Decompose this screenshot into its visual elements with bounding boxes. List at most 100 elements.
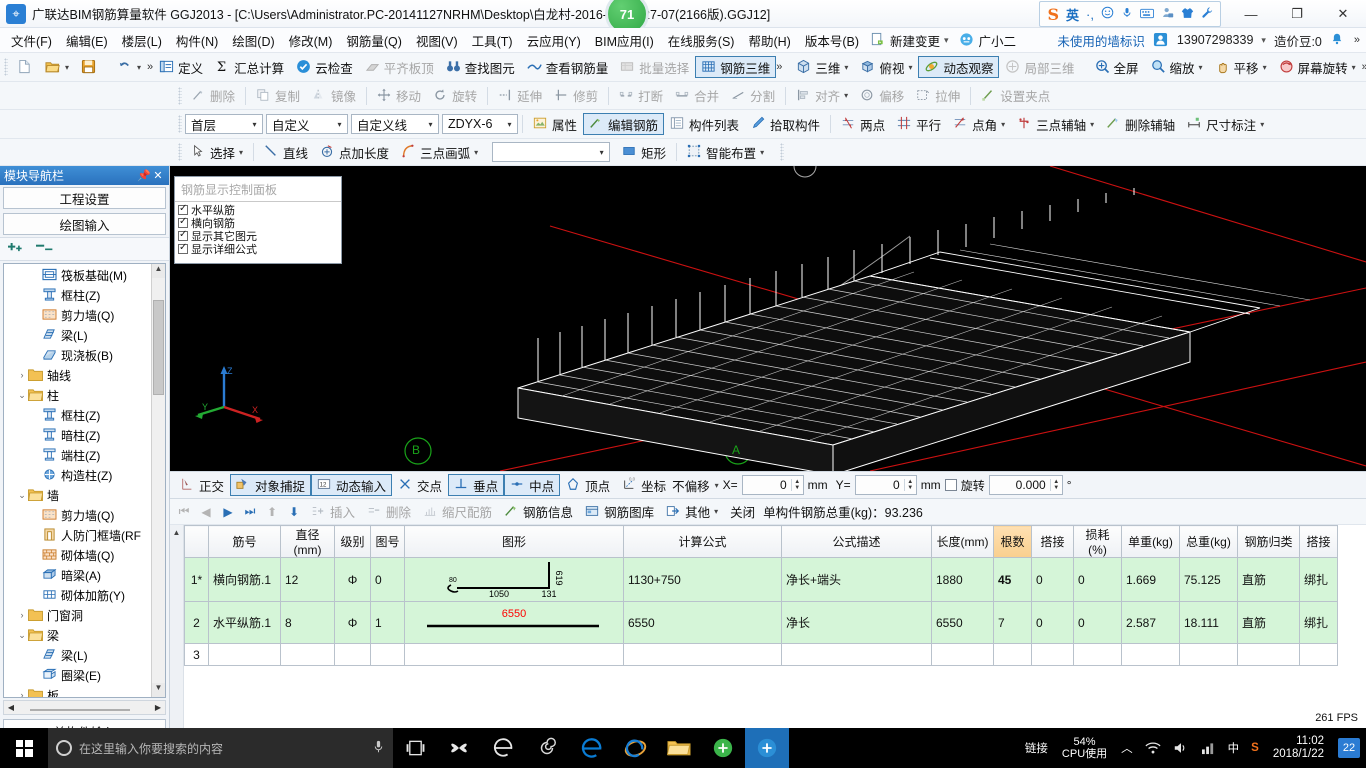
break-button[interactable]: 打断 <box>613 85 669 107</box>
ime-mode-icon[interactable]: 英 <box>1066 5 1079 24</box>
y-spinner-icon[interactable]: ▲ ▼ <box>903 479 916 491</box>
tree-item-12[interactable]: 剪力墙(Q) <box>4 505 151 525</box>
cell-index[interactable]: 2 <box>184 601 209 644</box>
tree-expander-icon[interactable]: › <box>16 370 28 380</box>
toolbar-edit-grip[interactable] <box>178 86 182 105</box>
project-settings-button[interactable]: 工程设置 <box>3 187 166 209</box>
table-gutter-up-icon[interactable]: ▲ <box>173 528 181 537</box>
move-down-icon[interactable]: ⬇ <box>283 505 305 519</box>
set-grip-button[interactable]: 设置夹点 <box>975 85 1056 107</box>
three-point-arc-chevron-icon[interactable]: ▾ <box>474 148 478 157</box>
cell-loss[interactable] <box>1073 643 1122 666</box>
component-tree[interactable]: 筏板基础(M) 框柱(Z) 剪力墙(Q) 梁(L) 现浇板(B) › 轴线 ⌄ 柱框柱(Z) 暗柱… <box>3 263 166 698</box>
cell-rebar-no[interactable]: 水平纵筋.1 <box>208 601 281 644</box>
menu-item-view[interactable]: 视图(V) <box>409 28 465 53</box>
collapse-all-icon[interactable] <box>36 241 56 257</box>
notification-center-button[interactable]: 22 <box>1332 728 1366 768</box>
screen-rotate-chevron-icon[interactable]: ▾ <box>1352 63 1356 72</box>
menu-item-modify[interactable]: 修改(M) <box>282 28 340 53</box>
column-header-12[interactable]: 单重(kg) <box>1121 525 1180 558</box>
sidebar-close-icon[interactable]: ✕ <box>151 169 165 182</box>
taskbar-search[interactable]: 在这里输入你要搜索的内容 <box>48 728 393 768</box>
open-file-chevron-icon[interactable]: ▾ <box>65 63 69 72</box>
intersection-snap-toggle[interactable]: 交点 <box>392 474 448 496</box>
fullscreen-button[interactable]: 全屏 <box>1089 56 1145 78</box>
assistant-label[interactable]: 广小二 <box>979 31 1017 50</box>
tree-scroll-thumb[interactable] <box>153 300 164 395</box>
column-header-3[interactable]: 级别 <box>334 525 371 558</box>
task-view-button[interactable] <box>393 728 437 768</box>
merge-button[interactable]: 合并 <box>669 85 725 107</box>
cell-lap-type[interactable]: 绑扎 <box>1299 557 1338 602</box>
checkbox-show-other-elements[interactable] <box>178 229 188 241</box>
cell-unit-weight[interactable] <box>1121 643 1180 666</box>
object-snap-toggle[interactable]: 对象捕捉 <box>230 474 312 496</box>
three-point-axis-button[interactable]: 三点辅轴 ▾ <box>1011 113 1100 135</box>
column-header-13[interactable]: 总重(kg) <box>1179 525 1238 558</box>
cell-index[interactable]: 3 <box>184 643 209 666</box>
rebar-panel-item-3[interactable]: 显示详细公式 <box>178 242 338 256</box>
column-header-9[interactable]: 根数 <box>993 525 1032 558</box>
view-rebar-qty-button[interactable]: 查看钢筋量 <box>521 56 615 78</box>
column-header-1[interactable]: 筋号 <box>208 525 281 558</box>
prev-record-icon[interactable]: ◀ <box>195 505 217 519</box>
floor-select[interactable]: 首层 ▾ <box>185 114 263 134</box>
expand-all-icon[interactable] <box>8 241 28 257</box>
category-select-chevron-icon[interactable]: ▾ <box>332 120 347 129</box>
column-header-8[interactable]: 长度(mm) <box>931 525 994 558</box>
tree-item-5[interactable]: › 轴线 <box>4 365 151 385</box>
toolbar-grip[interactable] <box>4 58 8 76</box>
cell-figure-no[interactable]: 1 <box>370 601 405 644</box>
component-select[interactable]: ZDYX-6 ▾ <box>442 114 518 134</box>
three-point-arc-button[interactable]: 三点画弧 ▾ <box>395 141 484 163</box>
cell-figure[interactable]: 6550 <box>404 601 624 644</box>
toolbar-overflow-3[interactable]: » <box>1362 61 1366 73</box>
summary-calc-button[interactable]: Σ 汇总计算 <box>209 56 290 78</box>
app-ie-icon[interactable] <box>613 728 657 768</box>
menu-item-online-service[interactable]: 在线服务(S) <box>661 28 742 53</box>
ime-punctuation-icon[interactable]: ·, <box>1086 7 1094 22</box>
cell-count[interactable]: 45 <box>993 557 1032 602</box>
notification-bell-icon[interactable] <box>1330 32 1346 48</box>
menu-item-file[interactable]: 文件(F) <box>4 28 59 53</box>
move-button[interactable]: 移动 <box>371 85 427 107</box>
insert-row-button[interactable]: 插入 <box>305 501 361 523</box>
tree-vertical-scrollbar[interactable]: ▲ ▼ <box>151 264 165 697</box>
properties-button[interactable]: 属性 <box>527 113 583 135</box>
tree-item-20[interactable]: 圈梁(E) <box>4 665 151 685</box>
cell-total-weight[interactable] <box>1179 643 1238 666</box>
delete-button[interactable]: 删除 <box>185 85 241 107</box>
midpoint-snap-toggle[interactable]: 中点 <box>504 474 561 496</box>
cell-count[interactable] <box>993 643 1032 666</box>
cell-grade[interactable]: Φ <box>334 601 371 644</box>
cell-lap-type[interactable]: 绑扎 <box>1299 601 1338 644</box>
menu-item-bim-app[interactable]: BIM应用(I) <box>588 28 661 53</box>
app-green-icon[interactable] <box>701 728 745 768</box>
dynamic-input-toggle[interactable]: 12 动态输入 <box>311 474 393 496</box>
new-change-label[interactable]: 新建变更 <box>890 31 940 50</box>
microphone-icon[interactable] <box>372 739 385 757</box>
offset-mode-chevron-icon[interactable]: ▾ <box>715 481 719 490</box>
minimize-button[interactable]: — <box>1228 0 1274 28</box>
tray-sogou-icon[interactable]: S <box>1245 742 1265 754</box>
menu-item-floor[interactable]: 楼层(L) <box>115 28 169 53</box>
zoom-chevron-icon[interactable]: ▾ <box>1199 63 1203 72</box>
column-header-6[interactable]: 计算公式 <box>623 525 782 558</box>
rotate-spinner-icon[interactable]: ▲ ▼ <box>1049 479 1062 491</box>
stretch-button[interactable]: 拉伸 <box>910 85 966 107</box>
app-spiral-icon[interactable] <box>525 728 569 768</box>
offset-button[interactable]: 偏移 <box>854 85 910 107</box>
rebar-info-button[interactable]: 钢筋信息 <box>498 501 579 523</box>
cell-formula-desc[interactable]: 净长+端头 <box>781 557 932 602</box>
cell-figure[interactable]: 619 80 1050 131 <box>404 557 624 602</box>
tree-item-4[interactable]: 现浇板(B) <box>4 345 151 365</box>
tree-item-11[interactable]: ⌄ 墙 <box>4 485 151 505</box>
cell-lap[interactable]: 0 <box>1031 557 1074 602</box>
tree-item-17[interactable]: › 门窗洞 <box>4 605 151 625</box>
define-button[interactable]: 定义 <box>153 56 209 78</box>
app-blue-active-icon[interactable] <box>745 728 789 768</box>
component-list-button[interactable]: 构件列表 <box>664 113 745 135</box>
edit-rebar-button[interactable]: 编辑钢筋 <box>583 113 665 135</box>
cell-formula[interactable]: 6550 <box>623 601 782 644</box>
volume-icon[interactable] <box>1167 741 1195 755</box>
